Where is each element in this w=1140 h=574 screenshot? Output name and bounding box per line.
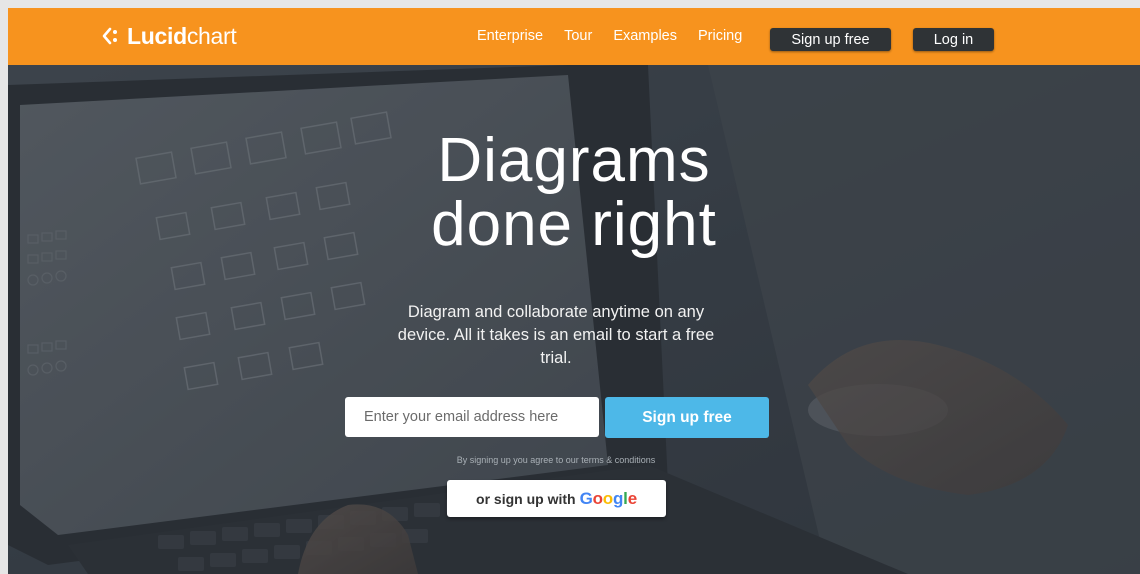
logo-wordmark-bold: Lucid (127, 22, 187, 49)
lucidchart-logo[interactable]: Lucidchart (101, 22, 237, 50)
terms-link[interactable]: By signing up you agree to our terms & c… (8, 455, 1104, 465)
lucidchart-logo-icon (102, 27, 117, 45)
hero-title-line-2: done right (431, 190, 717, 259)
google-letter: o (602, 488, 613, 508)
google-letter: G (579, 488, 593, 508)
email-input[interactable] (345, 397, 599, 437)
google-letter: o (592, 488, 603, 508)
hero-title: Diagrams done right (8, 129, 1140, 257)
hero-title-line-1: Diagrams (437, 126, 711, 195)
google-letter: g (612, 488, 624, 508)
nav-link-pricing[interactable]: Pricing (698, 28, 742, 44)
logo-wordmark: Lucidchart (127, 22, 237, 50)
google-signup-prefix: or sign up with (476, 490, 576, 507)
google-letter: e (627, 488, 637, 508)
nav-link-examples[interactable]: Examples (613, 28, 677, 44)
logo-wordmark-light: chart (186, 22, 237, 49)
hero-subtitle: Diagram and collaborate anytime on any d… (397, 303, 715, 367)
top-navigation-bar: Lucidchart Enterprise Tour Examples Pric… (8, 8, 1140, 65)
google-logo-icon: Google (579, 488, 638, 509)
google-signup-button[interactable]: or sign up with Google (447, 480, 666, 517)
nav-link-enterprise[interactable]: Enterprise (477, 28, 543, 44)
main-nav: Enterprise Tour Examples Pricing (477, 28, 763, 44)
hero-section: Diagrams done right Diagram and collabor… (8, 65, 1140, 574)
nav-link-tour[interactable]: Tour (564, 28, 592, 44)
browser-viewport: Lucidchart Enterprise Tour Examples Pric… (8, 8, 1140, 574)
login-button[interactable]: Log in (913, 28, 994, 51)
hero-signup-button[interactable]: Sign up free (605, 397, 769, 438)
header-signup-button[interactable]: Sign up free (770, 28, 891, 51)
